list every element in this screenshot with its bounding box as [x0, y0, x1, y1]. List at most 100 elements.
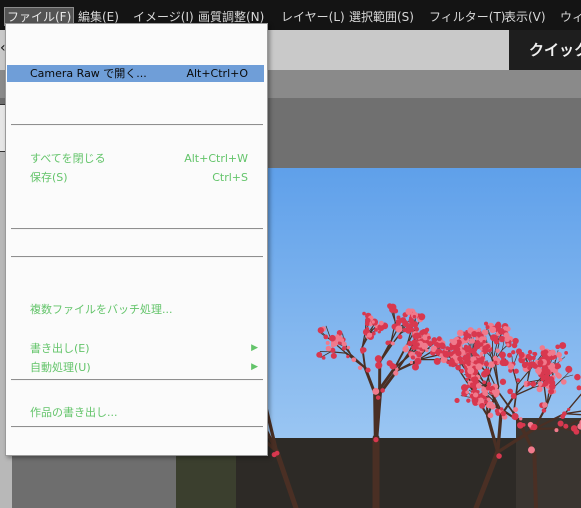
- menu-window[interactable]: ウィ: [560, 8, 581, 25]
- blossom: [554, 428, 559, 433]
- menu-view[interactable]: 表示(V): [504, 8, 546, 25]
- blossom: [371, 331, 376, 336]
- branch: [373, 392, 379, 441]
- blossom: [563, 423, 569, 429]
- blossom: [557, 420, 564, 427]
- blossom: [516, 378, 521, 383]
- blossom: [499, 351, 506, 359]
- blossom: [487, 412, 494, 419]
- blossom: [414, 326, 420, 332]
- blossom: [469, 338, 476, 344]
- menu-filter[interactable]: フィルター(T): [429, 8, 505, 25]
- blossom: [471, 397, 479, 404]
- blossom: [558, 357, 563, 362]
- blossom: [371, 320, 375, 324]
- menu-item-camera-raw[interactable]: Camera Raw で開く... Alt+Ctrl+O: [7, 65, 264, 82]
- blossom: [547, 352, 552, 357]
- blossom: [317, 327, 324, 334]
- blossom: [473, 360, 478, 365]
- blossom: [330, 352, 337, 359]
- blossom: [491, 335, 498, 342]
- blossom: [570, 425, 578, 432]
- blossom: [495, 411, 499, 416]
- blossom: [492, 355, 498, 361]
- blossom: [395, 325, 403, 333]
- blossom: [459, 368, 464, 374]
- blossom: [511, 412, 519, 421]
- menu-item-save[interactable]: 保存(S) Ctrl+S: [7, 169, 264, 186]
- blossom: [480, 356, 485, 361]
- blossom: [507, 352, 513, 358]
- menu-item-export[interactable]: 書き出し(E) ▶: [7, 340, 264, 357]
- blossom: [415, 342, 420, 347]
- blossom: [473, 392, 479, 398]
- menu-select[interactable]: 選択範囲(S): [349, 8, 414, 25]
- blossom: [512, 406, 519, 413]
- blossom: [478, 397, 484, 404]
- blossom: [466, 361, 471, 367]
- blossom: [556, 351, 562, 358]
- blossom: [495, 348, 500, 353]
- blossom: [424, 331, 428, 335]
- blossom: [439, 343, 446, 350]
- menu-item-close-all[interactable]: すべてを閉じる Alt+Ctrl+W: [7, 150, 264, 167]
- menu-layer[interactable]: レイヤー(L): [281, 8, 345, 25]
- blossom: [477, 327, 482, 332]
- blossom: [380, 388, 385, 393]
- blossom: [525, 353, 532, 360]
- blossom: [346, 345, 351, 350]
- blossom: [519, 417, 523, 421]
- blossom: [323, 334, 329, 340]
- blossom: [473, 342, 481, 350]
- blossom: [527, 349, 533, 355]
- blossom: [372, 387, 380, 395]
- blossom: [454, 397, 460, 404]
- blossom: [515, 348, 523, 355]
- blossom: [481, 388, 485, 392]
- blossom: [393, 364, 397, 368]
- submenu-arrow-icon: ▶: [251, 343, 258, 353]
- blossom: [368, 322, 373, 327]
- blossom: [325, 345, 332, 352]
- blossom: [489, 403, 496, 410]
- blossom: [412, 314, 417, 319]
- blossom: [410, 327, 415, 332]
- blossom: [433, 357, 441, 365]
- blossom: [427, 341, 433, 347]
- blossom: [462, 354, 469, 362]
- blossom: [475, 337, 479, 341]
- blossom: [456, 347, 461, 352]
- menu-item-label: 書き出し(E): [30, 342, 90, 355]
- blossom: [482, 339, 486, 344]
- blossom: [373, 437, 379, 443]
- menu-item-batch[interactable]: 複数ファイルをバッチ処理...: [7, 301, 264, 318]
- blossom: [511, 350, 516, 355]
- blossom: [507, 388, 514, 395]
- blossom: [431, 337, 438, 343]
- menu-item-shortcut: Ctrl+S: [212, 171, 248, 184]
- blossom: [507, 363, 515, 370]
- blossom: [541, 408, 547, 413]
- blossom: [485, 343, 491, 350]
- blossom: [567, 407, 571, 412]
- menu-item-export-creations[interactable]: 作品の書き出し...: [7, 404, 264, 421]
- blossom: [574, 373, 581, 381]
- blossom: [480, 404, 484, 409]
- blossom: [351, 357, 357, 363]
- blossom: [565, 365, 573, 373]
- tab-quick[interactable]: クイック: [509, 30, 581, 70]
- blossom: [499, 407, 504, 411]
- blossom: [341, 346, 347, 351]
- menu-item-automate[interactable]: 自動処理(U) ▶: [7, 359, 264, 376]
- menu-separator: [11, 228, 263, 230]
- blossom: [475, 363, 483, 371]
- blossom: [542, 402, 548, 408]
- blossom: [441, 356, 448, 363]
- blossom: [530, 381, 537, 387]
- blossom: [510, 393, 517, 399]
- blossom: [274, 450, 280, 456]
- blossom: [527, 446, 535, 454]
- blossom: [325, 340, 330, 345]
- blossom: [485, 325, 490, 330]
- blossom: [329, 334, 336, 342]
